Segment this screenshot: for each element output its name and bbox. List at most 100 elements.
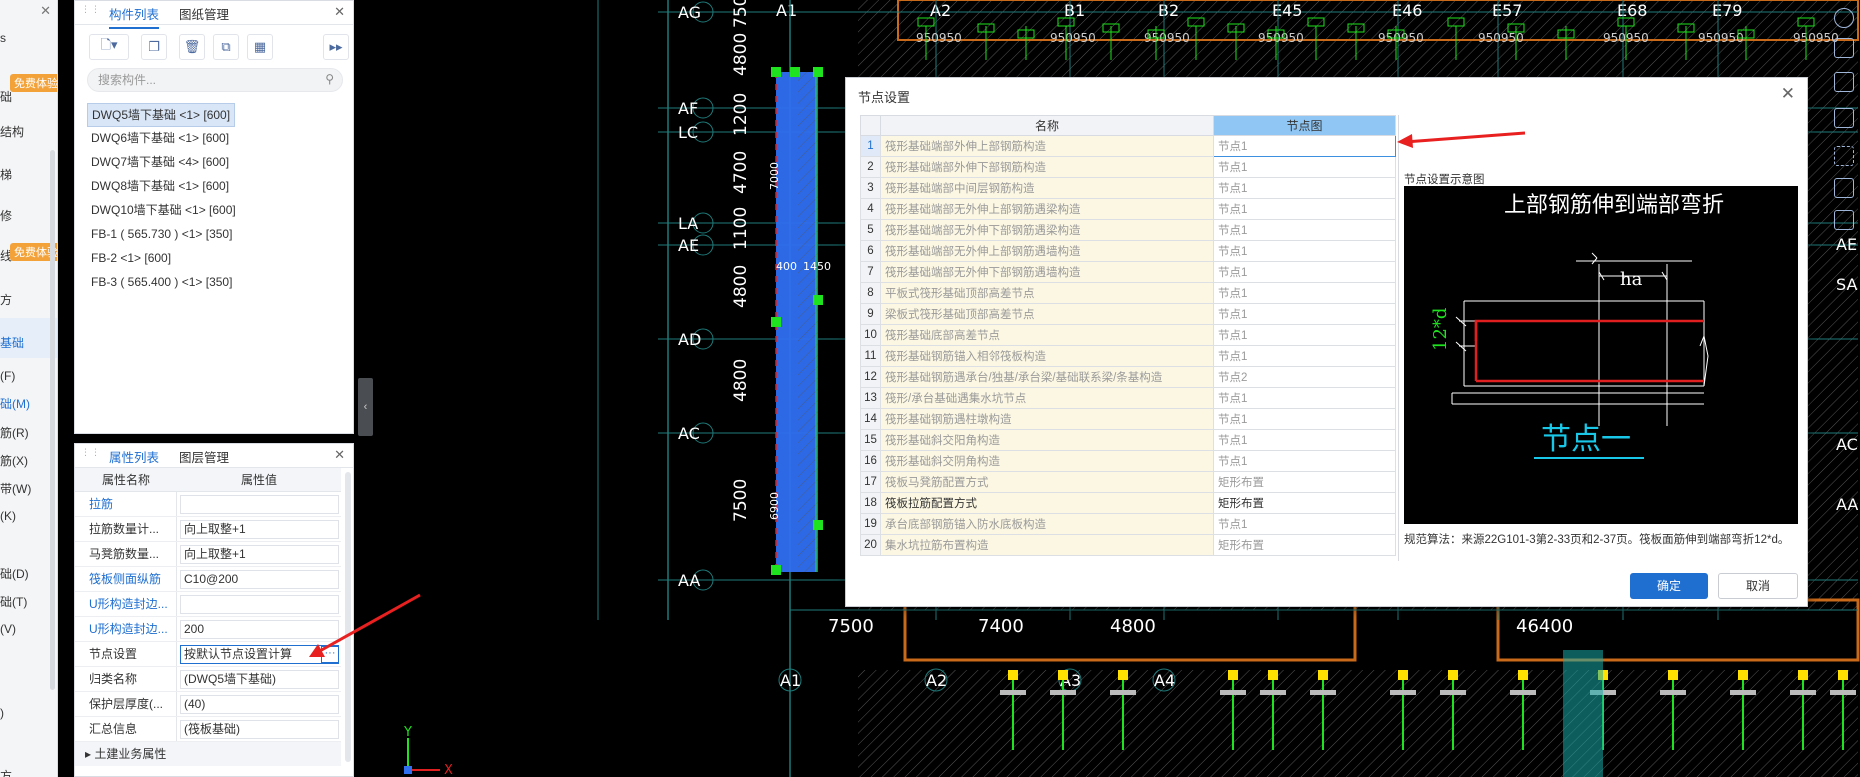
component-list-item[interactable]: DWQ5墙下基础 <1> [600]: [87, 103, 236, 127]
drag-handle-icon[interactable]: ⋮⋮: [81, 5, 100, 18]
property-value-input[interactable]: 200: [180, 620, 339, 639]
component-list-item[interactable]: DWQ8墙下基础 <1> [600]: [87, 175, 347, 199]
search-icon[interactable]: ⚲: [325, 72, 334, 86]
module-item[interactable]: 筋(X): [0, 452, 28, 469]
node-row[interactable]: 10 筏形基础底部高差节点 节点1: [860, 324, 1396, 346]
property-group-civil[interactable]: ▸ 土建业务属性: [75, 742, 341, 766]
node-value-cell[interactable]: 节点1: [1213, 324, 1396, 346]
collapse-panel-button[interactable]: ‹: [358, 378, 373, 436]
view-cube-icon[interactable]: [1834, 8, 1854, 28]
node-value-cell[interactable]: 节点1: [1213, 387, 1396, 409]
node-row[interactable]: 17 筏板马凳筋配置方式 矩形布置: [860, 471, 1396, 493]
node-row[interactable]: 5 筏形基础端部无外伸下部钢筋遇梁构造 节点1: [860, 219, 1396, 241]
node-value-cell[interactable]: 节点1: [1213, 450, 1396, 472]
module-item[interactable]: 方: [0, 767, 12, 777]
more-button[interactable]: ▸▸: [323, 34, 349, 60]
free-trial-badge[interactable]: 免费体验: [10, 74, 57, 92]
property-value-input[interactable]: [180, 495, 339, 514]
node-row[interactable]: 18 筏板拉筋配置方式 矩形布置: [860, 492, 1396, 514]
node-row[interactable]: 20 集水坑拉筋布置构造 矩形布置: [860, 534, 1396, 556]
scrollbar[interactable]: [345, 472, 351, 762]
layer-view-icon[interactable]: [1834, 178, 1854, 198]
zoom-extent-icon[interactable]: [1834, 146, 1854, 166]
module-item[interactable]: 基础: [0, 334, 24, 351]
module-item[interactable]: 筋(R): [0, 424, 29, 441]
node-row[interactable]: 12 筏形基础钢筋遇承台/独基/承台梁/基础联系梁/条基构造 节点2: [860, 366, 1396, 388]
module-item[interactable]: 础(D): [0, 565, 29, 582]
component-list-item[interactable]: FB-1 ( 565.730 ) <1> [350]: [87, 223, 347, 247]
module-item[interactable]: s: [0, 31, 6, 45]
node-value-cell[interactable]: 节点1: [1213, 408, 1396, 430]
property-value-input[interactable]: (40): [180, 695, 339, 714]
node-value-cell[interactable]: 节点1: [1213, 282, 1396, 304]
scrollbar[interactable]: [50, 150, 55, 690]
module-item[interactable]: 带(W): [0, 480, 31, 497]
module-item[interactable]: (V): [0, 622, 16, 636]
node-row[interactable]: 3 筏形基础端部中间层钢筋构造 节点1: [860, 177, 1396, 199]
node-row[interactable]: 14 筏形基础钢筋遇柱墩构造 节点1: [860, 408, 1396, 430]
module-item[interactable]: 础(M): [0, 395, 30, 412]
property-value-input[interactable]: 向上取整+1: [180, 545, 339, 564]
node-row[interactable]: 13 筏形/承台基础遇集水坑节点 节点1: [860, 387, 1396, 409]
module-item[interactable]: 修: [0, 207, 12, 224]
node-value-cell[interactable]: 节点1: [1213, 156, 1396, 178]
tab-layer-management[interactable]: 图层管理: [179, 447, 229, 466]
component-list-item[interactable]: DWQ10墙下基础 <1> [600]: [87, 199, 347, 223]
property-value-input[interactable]: (DWQ5墙下基础): [180, 670, 339, 689]
node-row[interactable]: 7 筏形基础端部无外伸下部钢筋遇墙构造 节点1: [860, 261, 1396, 283]
top-view-icon[interactable]: [1834, 72, 1854, 92]
node-row[interactable]: 2 筏形基础端部外伸下部钢筋构造 节点1: [860, 156, 1396, 178]
drag-handle-icon[interactable]: ⋮⋮: [81, 448, 100, 461]
property-value-input[interactable]: (筏板基础): [180, 720, 339, 739]
node-value-cell[interactable]: 矩形布置: [1213, 471, 1396, 493]
close-icon[interactable]: ✕: [1781, 84, 1795, 104]
node-row[interactable]: 15 筏形基础斜交阳角构造 节点1: [860, 429, 1396, 451]
node-value-cell[interactable]: 节点1: [1213, 429, 1396, 451]
module-item[interactable]: (F): [0, 369, 15, 383]
node-row[interactable]: 9 梁板式筏形基础顶部高差节点 节点1: [860, 303, 1396, 325]
component-list-item[interactable]: FB-3 ( 565.400 ) <1> [350]: [87, 271, 347, 295]
node-row[interactable]: 11 筏形基础钢筋锚入相邻筏板构造 节点1: [860, 345, 1396, 367]
component-list-item[interactable]: FB-2 <1> [600]: [87, 247, 347, 271]
ellipsis-button[interactable]: ···: [321, 646, 339, 663]
node-value-cell[interactable]: 节点1: [1213, 303, 1396, 325]
module-item[interactable]: 结构: [0, 123, 24, 140]
node-row[interactable]: 1 筏形基础端部外伸上部钢筋构造 节点1: [860, 135, 1396, 157]
node-value-cell[interactable]: 节点1: [1213, 240, 1396, 262]
property-value-input[interactable]: 向上取整+1: [180, 520, 339, 539]
module-item[interactable]: 方: [0, 291, 12, 308]
property-value-input[interactable]: 按默认节点设置计算: [180, 645, 339, 664]
close-icon[interactable]: ✕: [334, 447, 345, 463]
ok-button[interactable]: 确定: [1630, 573, 1708, 599]
node-value-cell[interactable]: 节点1: [1213, 345, 1396, 367]
component-list-item[interactable]: DWQ7墙下基础 <4> [600]: [87, 151, 347, 175]
node-value-cell[interactable]: 矩形布置: [1213, 534, 1396, 556]
box-view-icon[interactable]: [1834, 38, 1854, 58]
copy-to-floor-button[interactable]: ⧉: [213, 34, 239, 60]
node-row[interactable]: 4 筏形基础端部无外伸上部钢筋遇梁构造 节点1: [860, 198, 1396, 220]
copy-button[interactable]: ❐: [141, 34, 167, 60]
node-value-cell[interactable]: 节点1: [1213, 198, 1396, 220]
node-value-cell[interactable]: 矩形布置: [1213, 492, 1396, 514]
node-row[interactable]: 19 承台底部钢筋锚入防水底板构造 节点1: [860, 513, 1396, 535]
node-value-cell[interactable]: 节点1: [1213, 177, 1396, 199]
close-icon[interactable]: ✕: [334, 4, 345, 20]
node-value-cell[interactable]: 节点1: [1213, 135, 1396, 157]
component-settings-button[interactable]: ▦: [247, 34, 273, 60]
node-value-cell[interactable]: 节点1: [1213, 513, 1396, 535]
node-row[interactable]: 16 筏形基础斜交阴角构造 节点1: [860, 450, 1396, 472]
node-value-cell[interactable]: 节点1: [1213, 261, 1396, 283]
tab-property-list[interactable]: 属性列表: [109, 447, 160, 472]
cancel-button[interactable]: 取消: [1718, 573, 1798, 599]
module-item[interactable]: (K): [0, 509, 16, 523]
module-item[interactable]: 梯: [0, 166, 12, 183]
new-component-button[interactable]: 🗋▾: [89, 34, 129, 60]
property-value-input[interactable]: [180, 595, 339, 614]
node-value-cell[interactable]: 节点1: [1213, 219, 1396, 241]
tab-drawing-management[interactable]: 图纸管理: [179, 4, 229, 23]
node-value-cell[interactable]: 节点2: [1213, 366, 1396, 388]
3d-view-icon[interactable]: [1834, 108, 1854, 128]
delete-button[interactable]: 🗑: [179, 34, 205, 60]
tab-component-list[interactable]: 构件列表: [109, 4, 160, 29]
component-list-item[interactable]: DWQ6墙下基础 <1> [600]: [87, 127, 347, 151]
